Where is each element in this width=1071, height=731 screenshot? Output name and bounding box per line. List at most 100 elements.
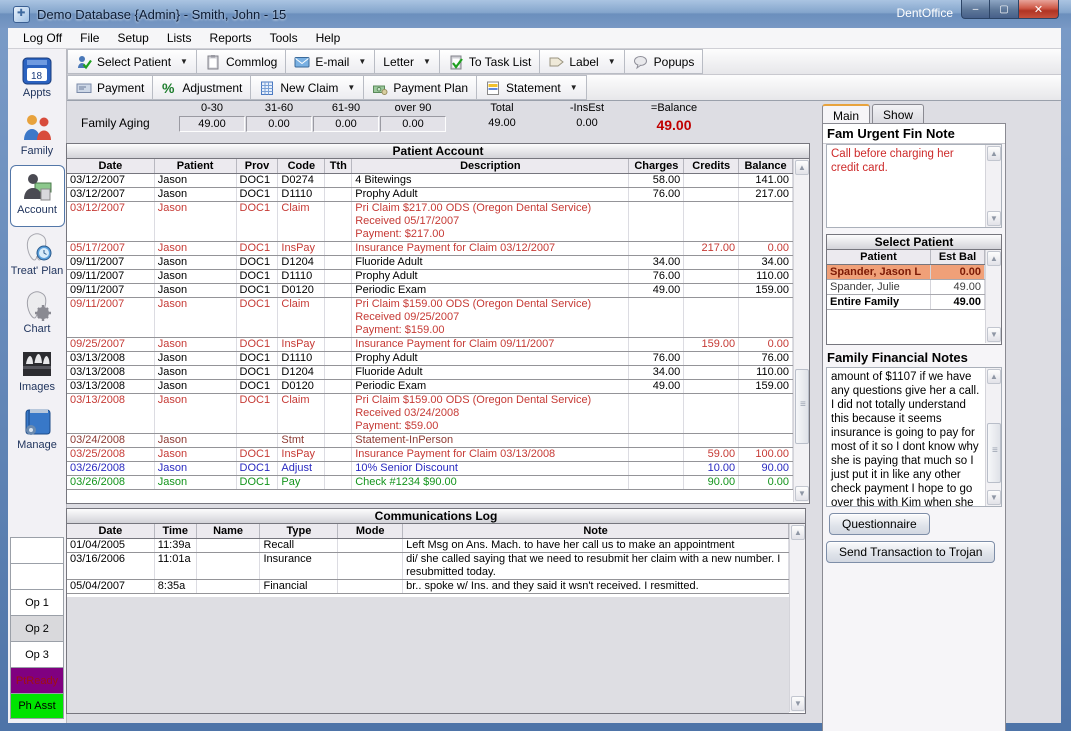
scrollbar-thumb[interactable] [795,369,809,444]
patient-row[interactable]: Spander, Jason L0.00 [827,265,985,280]
chevron-down-icon[interactable]: ▼ [604,57,616,66]
cell-credits [684,188,739,201]
scrollbar-thumb[interactable] [987,423,1001,483]
chevron-down-icon[interactable]: ▼ [566,83,578,92]
menu-item-tools[interactable]: Tools [261,29,307,47]
chevron-down-icon[interactable]: ▼ [343,83,355,92]
urgent-note-scrollbar[interactable]: ▲ ▼ [985,145,1001,227]
menu-item-lists[interactable]: Lists [158,29,201,47]
label-button[interactable]: Label▼ [540,49,624,74]
scroll-down-icon[interactable]: ▼ [987,490,1001,505]
table-row[interactable]: 03/25/2008JasonDOC1InsPayInsurance Payme… [67,448,793,462]
cell-code: InsPay [278,338,325,351]
send-trojan-button[interactable]: Send Transaction to Trojan [826,541,995,563]
menu-item-log-off[interactable]: Log Off [14,29,71,47]
op-cell-op-3[interactable]: Op 3 [10,641,64,667]
table-row[interactable]: 09/11/2007JasonDOC1D1204Fluoride Adult34… [67,256,793,270]
payment-button[interactable]: Payment [67,75,153,100]
sidebar-item-treat-plan[interactable]: Treat' Plan [10,227,65,285]
letter-button[interactable]: Letter▼ [375,49,440,74]
scroll-up-icon[interactable]: ▲ [791,525,805,540]
urgent-note-box[interactable]: Call before charging her credit card. ▲ … [826,144,1002,228]
table-row[interactable]: 03/26/2008JasonDOC1PayCheck #1234 $90.00… [67,476,793,490]
questionnaire-button[interactable]: Questionnaire [829,513,930,535]
scroll-down-icon[interactable]: ▼ [791,696,805,711]
cell-credits: 90.00 [684,476,739,489]
cell-code: D1110 [278,270,325,283]
column-header: Tth [325,159,352,173]
statement-button[interactable]: Statement▼ [477,75,587,100]
table-row[interactable]: 09/11/2007JasonDOC1D1110Prophy Adult76.0… [67,270,793,284]
table-row[interactable]: 03/12/2007JasonDOC1D1110Prophy Adult76.0… [67,188,793,202]
cell-patient: Jason [155,462,237,475]
scroll-down-icon[interactable]: ▼ [987,327,1001,342]
account-scrollbar[interactable]: ▲ ▼ [793,159,809,502]
menu-item-file[interactable]: File [71,29,108,47]
sidebar-item-images[interactable]: Images [10,343,65,401]
table-row[interactable]: 09/11/2007JasonDOC1D0120Periodic Exam49.… [67,284,793,298]
new-claim-button[interactable]: New Claim▼ [251,75,364,100]
op-cell-op-2[interactable]: Op 2 [10,615,64,641]
commlog-scrollbar[interactable]: ▲ ▼ [789,524,805,712]
table-row[interactable]: 01/04/200511:39aRecallLeft Msg on Ans. M… [67,539,789,553]
commlog-button[interactable]: Commlog [197,49,286,74]
tab-show[interactable]: Show [872,104,924,125]
menu-item-help[interactable]: Help [307,29,350,47]
payment-plan-button[interactable]: Payment Plan [364,75,477,100]
scroll-down-icon[interactable]: ▼ [795,486,809,501]
table-row[interactable]: 03/13/2008JasonDOC1D1110Prophy Adult76.0… [67,352,793,366]
chevron-down-icon[interactable]: ▼ [419,57,431,66]
menu-item-reports[interactable]: Reports [201,29,261,47]
cell-date: 09/11/2007 [67,284,155,297]
scroll-up-icon[interactable]: ▲ [795,160,809,175]
cell-mode [338,580,403,593]
close-button[interactable]: ✕ [1018,0,1059,19]
minimize-button[interactable]: – [961,0,990,19]
chevron-down-icon[interactable]: ▼ [354,57,366,66]
table-row[interactable]: 03/24/2008JasonStmtStatement-InPerson [67,434,793,448]
family-notes-box[interactable]: amount of $1107 if we have any questions… [826,367,1002,507]
select-patient-button[interactable]: Select Patient▼ [67,49,197,74]
adjustment-button[interactable]: %Adjustment [153,75,251,100]
sidebar-item-manage[interactable]: Manage [10,401,65,459]
table-row[interactable]: 03/13/2008JasonDOC1ClaimPri Claim $159.0… [67,394,793,434]
op-cell-ptready[interactable]: PtReady [10,667,64,693]
table-row[interactable]: 03/13/2008JasonDOC1D1204Fluoride Adult34… [67,366,793,380]
table-row[interactable]: 09/25/2007JasonDOC1InsPayInsurance Payme… [67,338,793,352]
sidebar-item-family[interactable]: Family [10,107,65,165]
sidebar-item-appts[interactable]: 18Appts [10,49,65,107]
op-cell-empty[interactable] [10,563,64,589]
op-cell-empty[interactable] [10,537,64,563]
table-row[interactable]: 03/12/2007JasonDOC1ClaimPri Claim $217.0… [67,202,793,242]
table-row[interactable]: 09/11/2007JasonDOC1ClaimPri Claim $159.0… [67,298,793,338]
e-mail-button[interactable]: E-mail▼ [286,49,375,74]
cell-prov: DOC1 [237,476,279,489]
family-notes-scrollbar[interactable]: ▲ ▼ [985,368,1001,506]
table-row[interactable]: 05/17/2007JasonDOC1InsPayInsurance Payme… [67,242,793,256]
maximize-button[interactable]: ▢ [990,0,1018,19]
table-row[interactable]: 03/12/2007JasonDOC1D02744 Bitewings58.00… [67,174,793,188]
op-cell-op-1[interactable]: Op 1 [10,589,64,615]
patient-row[interactable]: Spander, Julie49.00 [827,280,985,295]
op-cell-ph-asst[interactable]: Ph Asst [10,693,64,719]
menu-item-setup[interactable]: Setup [108,29,157,47]
chevron-down-icon[interactable]: ▼ [176,57,188,66]
scroll-up-icon[interactable]: ▲ [987,146,1001,161]
patient-row[interactable]: Entire Family49.00 [827,295,985,310]
select-patient-scrollbar[interactable]: ▲ ▼ [985,250,1001,343]
scroll-down-icon[interactable]: ▼ [987,211,1001,226]
to-task-list-button[interactable]: To Task List [440,49,540,74]
sidebar-item-chart[interactable]: Chart [10,285,65,343]
cell-balance: 110.00 [739,366,793,379]
scroll-up-icon[interactable]: ▲ [987,369,1001,384]
table-row[interactable]: 03/13/2008JasonDOC1D0120Periodic Exam49.… [67,380,793,394]
table-row[interactable]: 03/16/200611:01aInsurancedi/ she called … [67,553,789,580]
tab-main[interactable]: Main [822,104,870,125]
sidebar-item-account[interactable]: Account [10,165,65,227]
cell-prov: DOC1 [237,202,279,241]
scroll-up-icon[interactable]: ▲ [987,251,1001,266]
table-row[interactable]: 05/04/20078:35aFinancialbr.. spoke w/ In… [67,580,789,594]
toolbar-button-label: Commlog [226,55,277,69]
table-row[interactable]: 03/26/2008JasonDOC1Adjust10% Senior Disc… [67,462,793,476]
popups-button[interactable]: Popups [625,49,704,74]
